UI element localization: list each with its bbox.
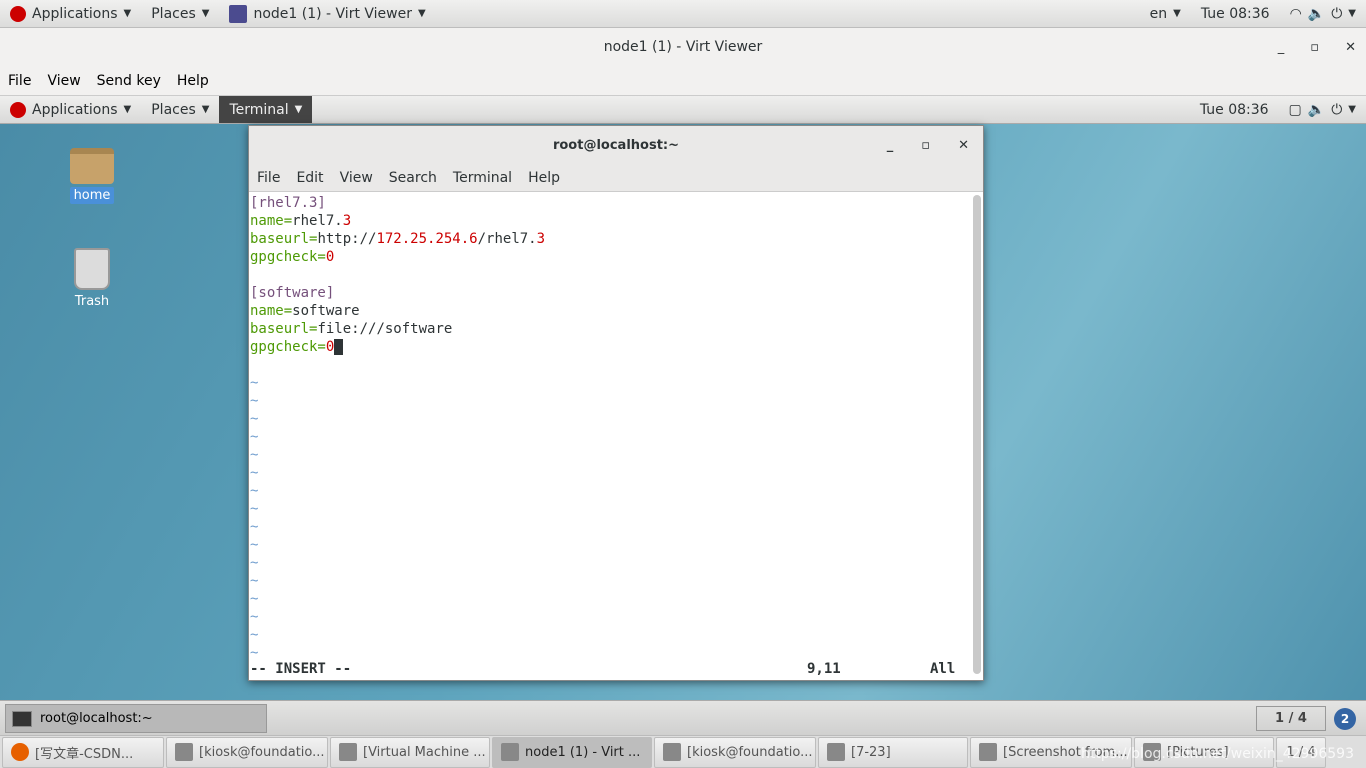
- minimize-button[interactable]: _: [1278, 40, 1285, 55]
- terminal-icon: [12, 710, 32, 727]
- viewer-menubar: File View Send key Help: [0, 66, 1366, 96]
- terminal-titlebar: root@localhost:~ _ ▫ ✕: [249, 126, 983, 164]
- vim-buffer[interactable]: [rhel7.3] name=rhel7.3 baseurl=http://172.…: [249, 193, 971, 680]
- maximize-button[interactable]: ▫: [921, 138, 930, 153]
- redhat-icon: [10, 5, 26, 22]
- vim-line: baseurl=file:///software: [250, 321, 453, 337]
- minimize-button[interactable]: _: [887, 138, 894, 153]
- workspace-badge[interactable]: 2: [1334, 708, 1356, 730]
- vim-line: [250, 356, 971, 374]
- vim-empty-line-tilde: ~: [250, 591, 259, 607]
- menu-send-key[interactable]: Send key: [89, 73, 169, 89]
- host-taskbar: [写文章-CSDN... [kiosk@foundatio... [Virtual …: [0, 735, 1366, 768]
- folder-icon: [70, 148, 114, 184]
- vim-line: baseurl=http://172.25.254.6/rhel7.3: [250, 231, 546, 247]
- app-icon: [979, 743, 997, 761]
- host-applications-menu[interactable]: Applications ▼: [0, 5, 141, 22]
- guest-places-menu[interactable]: Places ▼: [141, 102, 219, 118]
- monitor-icon: [229, 4, 248, 23]
- host-top-panel: Applications ▼ Places ▼ node1 (1) - Virt V…: [0, 0, 1366, 28]
- menu-file[interactable]: File: [249, 170, 288, 186]
- redhat-icon: [10, 101, 26, 118]
- vim-empty-line-tilde: ~: [250, 573, 259, 589]
- status-scroll: All: [930, 661, 956, 677]
- menu-view[interactable]: View: [39, 73, 88, 89]
- vim-line: gpgcheck=0: [250, 338, 971, 356]
- vim-line: [rhel7.3]: [250, 195, 326, 211]
- status-mode: -- INSERT --: [250, 661, 352, 677]
- vim-status-line: -- INSERT -- 9,11 All: [250, 660, 971, 678]
- host-window-menu[interactable]: node1 (1) - Virt Viewer ▼: [219, 4, 435, 23]
- host-task-item[interactable]: [kiosk@foundatio...: [654, 736, 816, 768]
- host-task-item[interactable]: node1 (1) - Virt ...: [492, 736, 652, 768]
- vim-empty-line-tilde: ~: [250, 465, 259, 481]
- menu-view[interactable]: View: [332, 170, 381, 186]
- status-pos: 9,11: [807, 661, 841, 677]
- scrollbar[interactable]: [973, 195, 981, 674]
- app-icon: [175, 743, 193, 761]
- volume-icon: 🔈: [1307, 5, 1326, 22]
- guest-terminal-menu[interactable]: Terminal ▼: [219, 96, 313, 123]
- workspace-pager[interactable]: 1 / 4: [1256, 706, 1326, 731]
- app-icon: [339, 743, 357, 761]
- guest-top-panel: Applications ▼ Places ▼ Terminal ▼ Tue 08:3…: [0, 96, 1366, 124]
- menu-edit[interactable]: Edit: [288, 170, 331, 186]
- vim-line: [250, 266, 971, 284]
- language-menu[interactable]: en ▼: [1140, 6, 1191, 22]
- guest-bottom-panel: root@localhost:~ 1 / 4 2: [0, 700, 1366, 735]
- vim-empty-line-tilde: ~: [250, 609, 259, 625]
- vim-empty-line-tilde: ~: [250, 393, 259, 409]
- vim-empty-line-tilde: ~: [250, 375, 259, 391]
- menu-help[interactable]: Help: [169, 73, 217, 89]
- host-task-item[interactable]: [Virtual Machine ...: [330, 736, 490, 768]
- guest-clock[interactable]: Tue 08:36: [1190, 102, 1279, 118]
- host-task-item[interactable]: [kiosk@foundatio...: [166, 736, 328, 768]
- vim-empty-line-tilde: ~: [250, 537, 259, 553]
- maximize-button[interactable]: ▫: [1310, 40, 1319, 55]
- host-clock[interactable]: Tue 08:36: [1191, 6, 1280, 22]
- vim-empty-line-tilde: ~: [250, 447, 259, 463]
- close-button[interactable]: ✕: [958, 138, 969, 153]
- vim-line: [software]: [250, 285, 335, 301]
- viewer-titlebar: node1 (1) - Virt Viewer _ ▫ ✕: [0, 28, 1366, 66]
- vim-line: name=rhel7.3: [250, 213, 352, 229]
- vim-line: gpgcheck=0: [250, 249, 335, 265]
- vim-empty-line-tilde: ~: [250, 429, 259, 445]
- power-icon: ⏻: [1331, 5, 1343, 22]
- trash-icon: [74, 248, 110, 290]
- vim-empty-line-tilde: ~: [250, 411, 259, 427]
- host-places-menu[interactable]: Places ▼: [141, 6, 219, 22]
- screen-icon: ▢: [1288, 101, 1302, 118]
- vim-empty-line-tilde: ~: [250, 519, 259, 535]
- menu-terminal[interactable]: Terminal: [445, 170, 520, 186]
- vim-empty-line-tilde: ~: [250, 555, 259, 571]
- terminal-window: root@localhost:~ _ ▫ ✕ File Edit View Sear…: [248, 125, 984, 681]
- guest-applications-menu[interactable]: Applications ▼: [0, 101, 141, 118]
- desktop-icon-home[interactable]: home: [62, 148, 122, 204]
- app-icon: [827, 743, 845, 761]
- guest-task-terminal[interactable]: root@localhost:~: [5, 704, 267, 733]
- host-status-menu[interactable]: ◠ 🔈 ⏻ ▼: [1280, 6, 1366, 22]
- close-button[interactable]: ✕: [1345, 40, 1356, 55]
- vim-empty-line-tilde: ~: [250, 501, 259, 517]
- power-icon: ⏻: [1331, 101, 1343, 118]
- wifi-icon: ◠: [1289, 5, 1302, 22]
- desktop-icon-trash[interactable]: Trash: [62, 248, 122, 309]
- menu-help[interactable]: Help: [520, 170, 568, 186]
- vim-line: name=software: [250, 303, 360, 319]
- app-icon: [501, 743, 519, 761]
- watermark: https://blog.csdn.net/weixin_42996593: [1080, 746, 1354, 762]
- guest-status-menu[interactable]: ▢ 🔈 ⏻ ▼: [1279, 102, 1366, 118]
- firefox-icon: [11, 743, 29, 761]
- host-task-item[interactable]: [7-23]: [818, 736, 968, 768]
- terminal-menubar: File Edit View Search Terminal Help: [249, 164, 983, 192]
- host-task-item[interactable]: [写文章-CSDN...: [2, 736, 164, 768]
- vim-empty-line-tilde: ~: [250, 627, 259, 643]
- volume-icon: 🔈: [1307, 101, 1326, 118]
- vim-empty-line-tilde: ~: [250, 483, 259, 499]
- menu-file[interactable]: File: [0, 73, 39, 89]
- app-icon: [663, 743, 681, 761]
- menu-search[interactable]: Search: [381, 170, 445, 186]
